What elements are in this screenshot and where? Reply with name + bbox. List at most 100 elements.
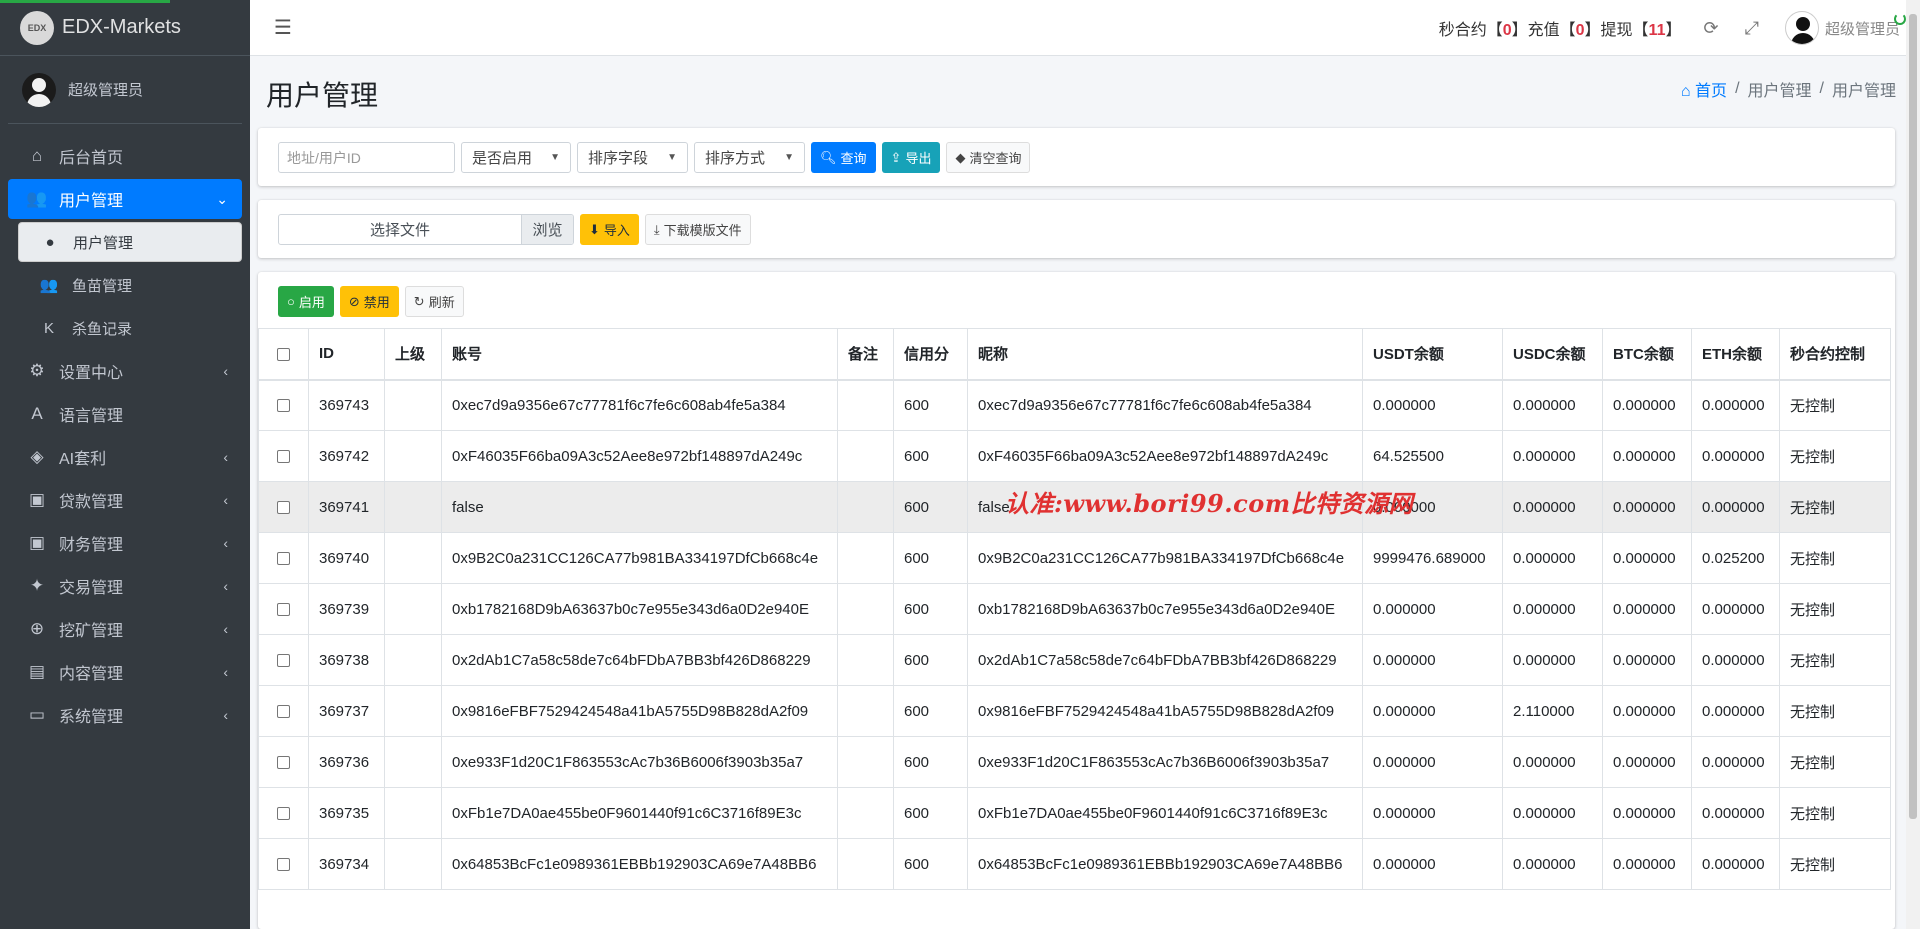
money-icon: ▣: [28, 490, 46, 509]
table-cell: 0.000000: [1362, 379, 1503, 431]
table-cell: 600: [893, 736, 968, 788]
export-button[interactable]: ⇪ 导出: [881, 142, 941, 173]
sidebar-user-panel[interactable]: 超级管理员: [8, 56, 242, 124]
chevron-down-icon: ⌄: [216, 190, 228, 207]
row-checkbox[interactable]: [277, 858, 290, 872]
download-template-button[interactable]: ⤓ 下载模版文件: [644, 214, 751, 245]
pending-counters[interactable]: 秒合约【0】充值【0】提现【11】: [1439, 16, 1682, 40]
row-checkbox[interactable]: [277, 807, 290, 821]
vertical-scrollbar[interactable]: [1906, 0, 1920, 929]
sidebar-item[interactable]: ⚙ 设置中心 ‹: [8, 351, 242, 391]
chevron-left-icon: ‹: [223, 664, 228, 680]
column-header: BTC余额: [1602, 328, 1692, 381]
import-button[interactable]: ⬇ 导入: [580, 214, 639, 245]
sidebar-item[interactable]: ▣ 贷款管理 ‹: [8, 480, 242, 520]
sidebar-subitem[interactable]: 👥 鱼苗管理: [18, 265, 242, 305]
sidebar-item[interactable]: 👥 用户管理 ⌄: [8, 179, 242, 219]
row-checkbox[interactable]: [277, 399, 290, 413]
column-header: USDC余额: [1502, 328, 1603, 381]
row-checkbox[interactable]: [277, 705, 290, 719]
column-header: ETH余额: [1691, 328, 1780, 381]
table-row[interactable]: 369737 0x9816eFBF7529424548a41bA5755D98B8…: [258, 685, 1891, 737]
refresh-icon[interactable]: ⟳: [1703, 18, 1718, 39]
sidebar-subitem[interactable]: ● 用户管理: [18, 222, 242, 262]
row-select-cell: [258, 532, 309, 584]
browse-button[interactable]: 浏览: [521, 215, 573, 244]
table-cell: 64.525500: [1362, 430, 1503, 482]
sidebar-item[interactable]: ✦ 交易管理 ‹: [8, 566, 242, 606]
table-cell: 0xb1782168D9bA63637b0c7e955e343d6a0D2e94…: [441, 583, 838, 635]
row-checkbox[interactable]: [277, 603, 290, 617]
table-cell: 0.000000: [1362, 685, 1503, 737]
table-cell: 369737: [308, 685, 385, 737]
row-checkbox[interactable]: [277, 552, 290, 566]
table-cell: 0x64853BcFc1e0989361EBBb192903CA69e7A48B…: [967, 838, 1363, 890]
breadcrumb-item[interactable]: 用户管理: [1748, 77, 1812, 101]
breadcrumb-home[interactable]: ⌂ 首页: [1681, 77, 1727, 101]
sidebar-item[interactable]: ▣ 财务管理 ‹: [8, 523, 242, 563]
table-cell: 369734: [308, 838, 385, 890]
fullscreen-icon[interactable]: ⤢: [1745, 18, 1759, 39]
table-row[interactable]: 369740 0x9B2C0a231CC126CA77b981BA334197Df…: [258, 532, 1891, 584]
scrollbar-thumb[interactable]: [1909, 14, 1917, 819]
table-row[interactable]: 369735 0xFb1e7DA0ae455be0F9601440f91c6C37…: [258, 787, 1891, 839]
select-all-checkbox[interactable]: [277, 347, 290, 361]
sidebar-subitem[interactable]: K 杀鱼记录: [18, 308, 242, 348]
table-cell: [384, 481, 442, 533]
row-checkbox[interactable]: [277, 450, 290, 464]
row-checkbox[interactable]: [277, 501, 290, 515]
search-input[interactable]: 地址/用户ID: [278, 142, 455, 173]
row-checkbox[interactable]: [277, 654, 290, 668]
enabled-select[interactable]: 是否启用 ▼: [461, 142, 571, 173]
table-cell: 0.000000: [1691, 634, 1780, 686]
table-row[interactable]: 369734 0x64853BcFc1e0989361EBBb192903CA69…: [258, 838, 1891, 890]
menu-toggle-icon[interactable]: ☰: [274, 15, 292, 40]
file-input[interactable]: 选择文件 浏览: [278, 214, 574, 245]
table-row[interactable]: 369738 0x2dAb1C7a58c58de7c64bFDbA7BB3bf42…: [258, 634, 1891, 686]
sidebar-item-label: 用户管理: [59, 193, 124, 210]
table-row[interactable]: 369742 0xF46035F66ba09A3c52Aee8e972bf1488…: [258, 430, 1891, 482]
refresh-button[interactable]: ↻ 刷新: [404, 286, 464, 317]
table-row[interactable]: 369739 0xb1782168D9bA63637b0c7e955e343d6a…: [258, 583, 1891, 635]
file-export-icon: ⇪: [890, 149, 902, 165]
disable-button[interactable]: ⊘ 禁用: [339, 286, 399, 317]
table-cell: 0xb1782168D9bA63637b0c7e955e343d6a0D2e94…: [967, 583, 1363, 635]
table-cell: 600: [893, 532, 968, 584]
sort-field-select[interactable]: 排序字段 ▼: [577, 142, 688, 173]
table-cell: false: [441, 481, 838, 533]
query-button[interactable]: 🔍︎ 查询: [811, 142, 876, 173]
sidebar-item[interactable]: ◈ AI套利 ‹: [8, 437, 242, 477]
clear-query-button[interactable]: ◆ 清空查询: [946, 142, 1031, 173]
top-user-name: 超级管理员: [1824, 20, 1900, 38]
table-cell: 0.000000: [1691, 430, 1780, 482]
table-cell: 369743: [308, 379, 385, 431]
sidebar-item[interactable]: ▭ 系统管理 ‹: [8, 695, 242, 735]
column-header: 账号: [441, 328, 838, 381]
row-checkbox[interactable]: [277, 756, 290, 770]
table-toolbar: ○ 启用 ⊘ 禁用 ↻ 刷新: [278, 286, 464, 317]
download-icon: ⤓: [653, 221, 660, 237]
table-cell: 0.000000: [1362, 583, 1503, 635]
withdraw-count: 11: [1648, 22, 1666, 39]
top-user-menu[interactable]: 超级管理员: [1784, 11, 1900, 45]
desktop-icon: ▭: [28, 705, 46, 724]
table-row[interactable]: 369743 0xec7d9a9356e67c77781f6c7fe6c608ab…: [258, 379, 1891, 431]
sort-order-select[interactable]: 排序方式 ▼: [694, 142, 805, 173]
sidebar-item[interactable]: ⌂ 后台首页: [8, 136, 242, 176]
sidebar-item[interactable]: A 语言管理: [8, 394, 242, 434]
chevron-left-icon: ‹: [223, 363, 228, 379]
breadcrumb-home-label: 首页: [1695, 83, 1728, 100]
brand[interactable]: EDX EDX-Markets: [0, 0, 250, 56]
sidebar-item[interactable]: ▤ 内容管理 ‹: [8, 652, 242, 692]
table-cell: [837, 685, 894, 737]
table-cell: [837, 481, 894, 533]
sidebar-subitem-label: 杀鱼记录: [72, 320, 133, 338]
redo-icon: ↻: [413, 293, 425, 309]
loading-bar: [0, 0, 170, 3]
sidebar-item[interactable]: ⊕ 挖矿管理 ‹: [8, 609, 242, 649]
table-row[interactable]: 369736 0xe933F1d20C1F863553cAc7b36B6006f3…: [258, 736, 1891, 788]
table-cell: 369735: [308, 787, 385, 839]
enable-button[interactable]: ○ 启用: [278, 286, 334, 317]
table-cell: 369739: [308, 583, 385, 635]
table-cell: 0.000000: [1362, 634, 1503, 686]
